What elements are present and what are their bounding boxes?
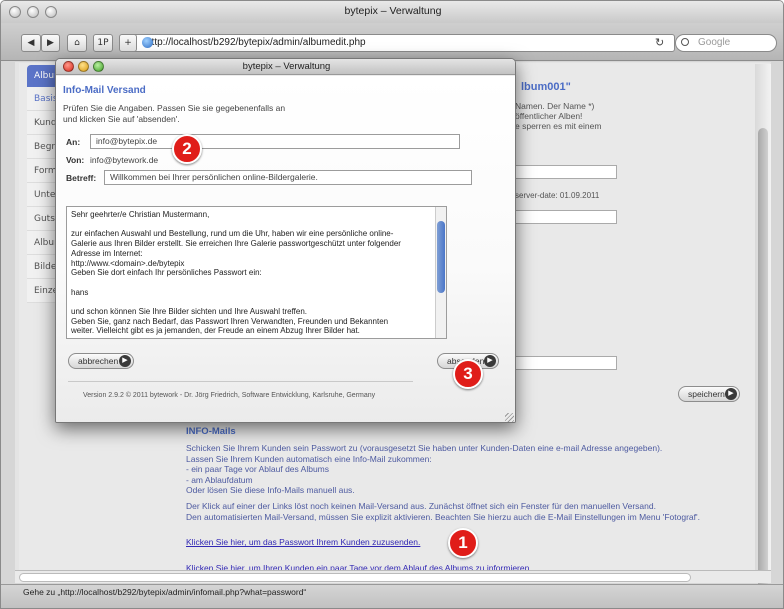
sidebar-item-gutschein[interactable]: Gutsc [27,207,60,231]
info-mails-paragraph-2: Der Klick auf einer der Links löst noch … [186,501,700,522]
info-mail-dialog: bytepix – Verwaltung Info-Mail Versand P… [55,58,516,423]
from-value: info@bytework.de [90,155,159,165]
status-bar: Gehe zu „http://localhost/b292/bytepix/a… [1,584,783,608]
annotation-badge-1: 1 [448,528,478,558]
sidebar-item-unter[interactable]: Unter [27,183,59,207]
send-password-link[interactable]: Klicken Sie hier, um das Passwort Ihrem … [186,537,420,547]
dialog-heading: Info-Mail Versand [63,85,146,96]
dialog-divider [68,381,413,382]
add-bookmark-button[interactable]: + [119,34,137,52]
annotation-badge-3: 3 [453,359,483,389]
search-icon [681,38,689,46]
back-button[interactable]: ◀ [21,34,41,52]
to-field[interactable]: info@bytepix.de [90,134,460,149]
forward-button[interactable]: ▶ [41,34,60,52]
globe-icon [142,37,153,48]
sidebar-item-basis[interactable]: Basis [27,87,58,111]
arrow-right-icon: ▶ [484,355,496,367]
album-extra-field[interactable] [513,356,617,370]
cancel-button[interactable]: abbrechen ▶ [68,353,134,369]
browser-titlebar: bytepix – Verwaltung [1,1,783,23]
mail-body-textarea[interactable]: Sehr geehrter/e Christian Mustermann, zu… [66,206,447,339]
album-date-field[interactable] [513,210,617,224]
url-field[interactable]: http://localhost/b292/bytepix/admin/albu… [121,34,675,52]
mail-body-scroll-thumb[interactable] [437,221,445,293]
save-button[interactable]: speichern ▶ [678,386,740,402]
subject-field[interactable]: Willkommen bei Ihrer persönlichen online… [104,170,472,185]
search-input[interactable]: Google [675,34,777,52]
arrow-right-icon: ▶ [725,388,737,400]
page-vertical-scrollbar[interactable] [755,64,771,608]
album-name-field[interactable] [513,165,617,179]
sidebar-item-begruessung[interactable]: Begrü [27,135,61,159]
dialog-body: Info-Mail Versand Prüfen Sie die Angaben… [56,76,515,422]
cancel-button-label: abbrechen [78,356,119,366]
onepassword-button[interactable]: 1P [93,34,113,52]
dialog-instructions: Prüfen Sie die Angaben. Passen Sie sie g… [63,103,286,124]
album-desc-line-3: e sperren es mit einem [515,121,602,131]
album-heading-fragment: lbum001" [521,81,571,93]
dialog-title: bytepix – Verwaltung [242,61,331,72]
resize-grip-icon[interactable] [505,413,514,422]
subject-label: Betreff: [66,173,97,183]
info-mails-paragraph-1: Schicken Sie Ihrem Kunden sein Passwort … [186,443,663,495]
sidebar-item-einzel[interactable]: Einzel [27,279,61,303]
from-label: Von: [66,155,85,165]
annotation-badge-2: 2 [172,134,202,164]
server-date: server-date: 01.09.2011 [515,191,600,200]
info-mails-title: INFO-Mails [186,426,236,437]
sidebar-item-album[interactable]: Album [27,65,63,87]
page-hscroll-thumb[interactable] [19,573,691,582]
dialog-titlebar: bytepix – Verwaltung [56,59,515,75]
page-horizontal-scrollbar[interactable] [15,570,771,583]
mail-body-text: Sehr geehrter/e Christian Mustermann, zu… [71,210,401,336]
save-button-label: speichern [688,389,725,399]
sidebar-item-kunde[interactable]: Kunde [27,111,62,135]
home-button[interactable]: ⌂ [67,34,87,52]
dialog-footer: Version 2.9.2 © 2011 bytework - Dr. Jörg… [83,392,376,399]
to-label: An: [66,137,81,147]
browser-toolbar: ◀ ▶ ⌂ 1P + http://localhost/b292/bytepix… [1,23,783,61]
sidebar-item-format[interactable]: Forma [27,159,62,183]
sidebar-item-bilder[interactable]: Bilder [27,255,60,279]
sidebar-item-album-2[interactable]: Album [27,231,63,255]
page-scroll-thumb[interactable] [758,128,768,608]
window-title: bytepix – Verwaltung [344,5,442,17]
arrow-right-icon: ▶ [119,355,131,367]
reload-icon[interactable]: ↻ [655,36,664,49]
